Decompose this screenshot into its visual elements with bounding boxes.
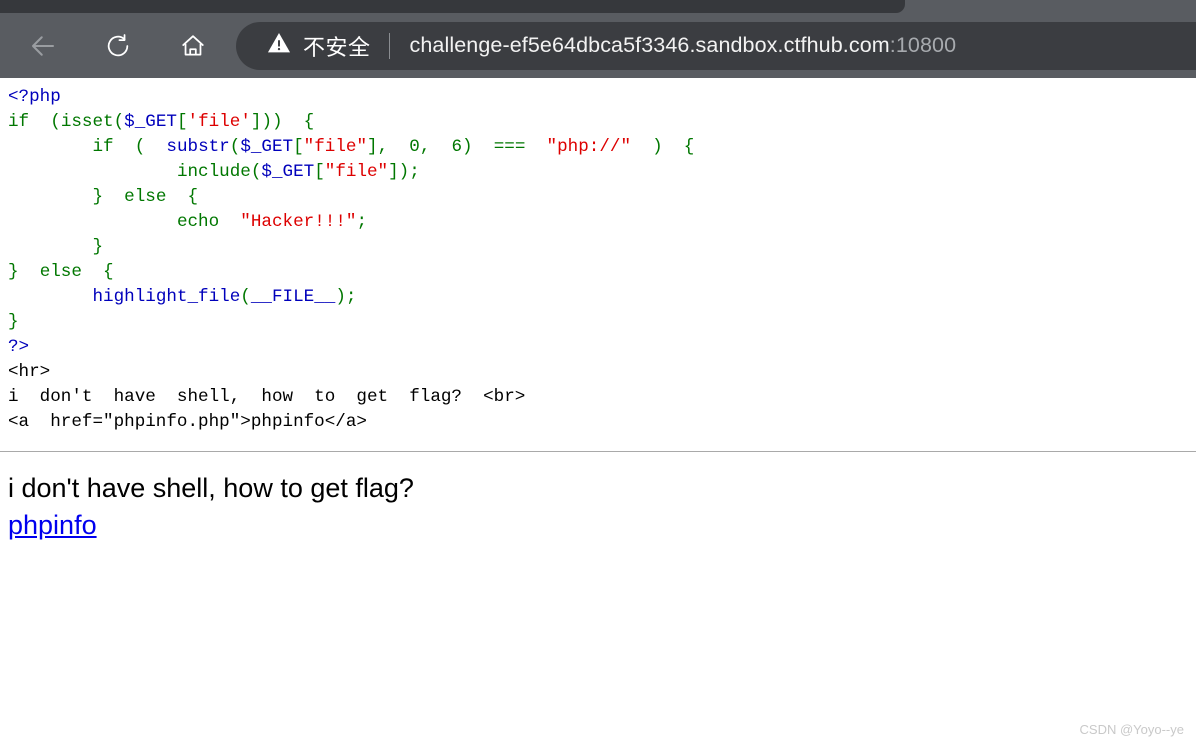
code-token: i don't have shell, how to get flag? <br… <box>8 387 526 407</box>
code-token: ( <box>113 137 167 157</box>
code-token: ( <box>113 112 125 132</box>
code-token: } <box>8 262 40 282</box>
site-security-chip[interactable]: 不安全 <box>236 30 371 62</box>
code-token: } <box>8 312 19 332</box>
php-source-listing: <?php if (isset($_GET['file'])) { if ( s… <box>0 78 1196 435</box>
warning-triangle-icon <box>266 30 292 61</box>
code-token: "file" <box>324 162 389 182</box>
security-status-text: 不安全 <box>303 34 371 60</box>
code-token: isset <box>60 112 114 132</box>
omnibox-divider <box>388 32 390 59</box>
code-token: include <box>176 162 251 182</box>
code-token: ( <box>250 162 262 182</box>
phpinfo-link[interactable]: phpinfo <box>8 510 97 540</box>
output-message: i don't have shell, how to get flag? <box>8 473 414 503</box>
code-token: <?php <box>8 87 61 107</box>
tab-strip[interactable] <box>0 0 905 13</box>
address-bar[interactable]: 不安全 challenge-ef5e64dbca5f3346.sandbox.c… <box>236 21 1196 70</box>
code-token: { <box>81 262 114 282</box>
browser-chrome: 不安全 challenge-ef5e64dbca5f3346.sandbox.c… <box>0 0 1196 78</box>
watermark: CSDN @Yoyo--ye <box>1079 722 1184 737</box>
rendered-output: i don't have shell, how to get flag? php… <box>0 452 1196 544</box>
code-token: substr <box>166 137 230 157</box>
code-token: __FILE__ <box>250 287 336 307</box>
code-token: <a href="phpinfo.php">phpinfo</a> <box>8 412 367 432</box>
code-token: ?> <box>8 337 30 357</box>
code-token: else <box>39 262 82 282</box>
back-arrow-icon <box>28 31 58 61</box>
code-token: [ <box>176 112 188 132</box>
home-button[interactable] <box>174 27 212 65</box>
reload-button[interactable] <box>99 27 137 65</box>
home-icon <box>179 32 207 60</box>
back-button[interactable] <box>24 27 62 65</box>
code-token: ) { <box>631 137 695 157</box>
code-token: } <box>92 237 104 257</box>
code-token: [ <box>314 162 325 182</box>
code-token: === <box>493 137 526 157</box>
code-token: highlight_file <box>92 287 241 307</box>
code-token: ], 0, 6) <box>367 137 494 157</box>
code-token: ); <box>335 287 357 307</box>
code-token: 'file' <box>187 112 251 132</box>
browser-toolbar: 不安全 challenge-ef5e64dbca5f3346.sandbox.c… <box>0 13 1196 78</box>
code-token: if <box>8 112 30 132</box>
code-token: } <box>92 187 125 207</box>
code-token: [ <box>293 137 304 157</box>
code-token: $_GET <box>124 112 177 132</box>
page-content: <?php if (isset($_GET['file'])) { if ( s… <box>0 78 1196 745</box>
code-token: "file" <box>303 137 368 157</box>
code-token: "Hacker!!!" <box>240 212 357 232</box>
code-token: ( <box>240 287 251 307</box>
url-port: :10800 <box>889 33 957 57</box>
code-token: ( <box>229 137 241 157</box>
code-token: else <box>124 187 167 207</box>
code-token: echo <box>176 212 220 232</box>
code-token: ( <box>29 112 61 132</box>
code-token: <hr> <box>8 362 51 382</box>
reload-icon <box>104 32 132 60</box>
code-token: ]); <box>388 162 420 182</box>
code-token: "php://" <box>546 137 632 157</box>
code-token: ; <box>356 212 367 232</box>
url-host: challenge-ef5e64dbca5f3346.sandbox.ctfhu… <box>409 33 890 57</box>
code-token: { <box>166 187 199 207</box>
code-token: ])) { <box>250 112 315 132</box>
code-token: $_GET <box>261 162 315 182</box>
code-token: $_GET <box>240 137 294 157</box>
url-text[interactable]: challenge-ef5e64dbca5f3346.sandbox.ctfhu… <box>410 33 957 58</box>
code-token: if <box>92 137 114 157</box>
